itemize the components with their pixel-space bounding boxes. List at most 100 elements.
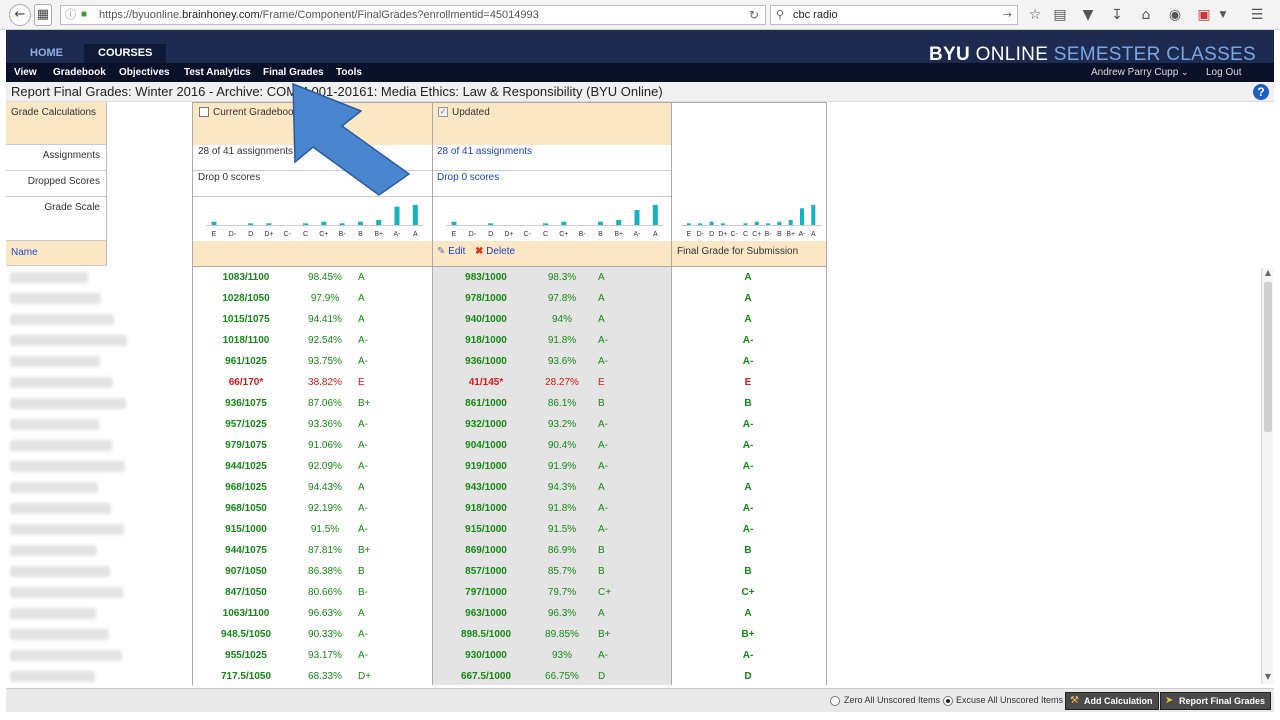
bookmark-star-icon[interactable]: ☆ xyxy=(1026,6,1044,24)
current-points: 968/1050 xyxy=(225,503,267,514)
updated-points: 918/1000 xyxy=(465,335,507,346)
student-name-redacted[interactable] xyxy=(10,377,113,388)
updated-percent: 93% xyxy=(551,650,572,661)
pocket-icon[interactable]: ▼ xyxy=(1079,6,1097,24)
current-percent: 94.43% xyxy=(308,482,342,493)
student-name-redacted[interactable] xyxy=(10,587,123,598)
back-icon[interactable]: ← xyxy=(9,4,31,26)
updated-percent: 94.3% xyxy=(547,482,577,493)
student-name-redacted[interactable] xyxy=(10,335,127,346)
table-row: 957/1025 93.36% A- 932/1000 93.2% A- A- xyxy=(6,414,826,435)
student-name-redacted[interactable] xyxy=(10,398,126,409)
updated-dropped-link[interactable]: Drop 0 scores xyxy=(437,172,499,183)
grade-tick-label: B- xyxy=(579,231,587,238)
updated-checkbox[interactable]: ✓ xyxy=(438,107,448,117)
menu-final-grades[interactable]: Final Grades xyxy=(263,63,324,82)
grade-tick-label: C+ xyxy=(752,231,761,238)
reload-icon[interactable]: ↻ xyxy=(749,6,759,24)
scroll-down-icon[interactable]: ▼ xyxy=(1262,672,1274,684)
student-name-redacted[interactable] xyxy=(10,293,101,304)
delete-button[interactable]: ✖ Delete xyxy=(475,246,515,257)
student-name-redacted[interactable] xyxy=(10,440,112,451)
final-grade: A- xyxy=(742,524,754,535)
user-menu[interactable]: Andrew Parry Cupp ⌄ xyxy=(1091,63,1189,82)
zero-unscored-radio[interactable] xyxy=(830,696,840,706)
search-input[interactable]: ⚲ cbc radio → xyxy=(770,5,1018,25)
updated-points: 797/1000 xyxy=(465,587,507,598)
report-final-grades-button[interactable]: ➤ Report Final Grades xyxy=(1160,692,1272,710)
updated-percent: 91.8% xyxy=(547,335,577,346)
student-name-redacted[interactable] xyxy=(10,503,111,514)
url-bar[interactable]: ⓘ ■ https://byuonline.brainhoney.com/Fra… xyxy=(60,5,766,25)
student-name-redacted[interactable] xyxy=(10,545,97,556)
updated-grade: A- xyxy=(598,335,608,346)
student-name-redacted[interactable] xyxy=(10,650,122,661)
grade-tick-label: C+ xyxy=(319,231,328,238)
student-name-redacted[interactable] xyxy=(10,566,110,577)
grade-bar-B- xyxy=(339,223,345,225)
reading-list-icon[interactable]: ▤ xyxy=(1051,6,1069,24)
scroll-up-icon[interactable]: ▲ xyxy=(1262,268,1274,280)
menu-view[interactable]: View xyxy=(14,63,37,82)
grade-tick-label: B xyxy=(358,231,363,238)
current-action-header xyxy=(193,241,432,266)
footer-bar: Zero All Unscored Items Excuse All Unsco… xyxy=(6,688,1274,712)
hamburger-menu-icon[interactable]: ☰ xyxy=(1248,6,1266,24)
app-header: HOME COURSES BYU ONLINE SEMESTER CLASSES xyxy=(6,30,1274,65)
student-name-redacted[interactable] xyxy=(10,314,114,325)
student-name-redacted[interactable] xyxy=(10,629,109,640)
student-name-redacted[interactable] xyxy=(10,608,96,619)
tab-courses[interactable]: COURSES xyxy=(84,44,167,63)
updated-percent: 94% xyxy=(551,314,572,325)
student-name-redacted[interactable] xyxy=(10,356,100,367)
info-icon[interactable]: ⓘ xyxy=(65,6,76,24)
scrollbar[interactable]: ▲ ▼ xyxy=(1261,268,1273,684)
scroll-thumb[interactable] xyxy=(1264,282,1272,432)
menu-gradebook[interactable]: Gradebook xyxy=(53,63,106,82)
updated-percent: 93.6% xyxy=(547,356,577,367)
student-name-redacted[interactable] xyxy=(10,482,98,493)
current-percent: 86.38% xyxy=(308,566,342,577)
chat-icon[interactable]: ◉ xyxy=(1166,6,1184,24)
grade-tick-label: D+ xyxy=(264,231,273,238)
menu-test-analytics[interactable]: Test Analytics xyxy=(184,63,251,82)
home-icon[interactable]: ⌂ xyxy=(1137,6,1155,24)
chevron-down-icon: ⌄ xyxy=(1181,68,1189,78)
grade-tick-label: D- xyxy=(229,231,237,238)
current-points: 847/1050 xyxy=(225,587,267,598)
student-name-redacted[interactable] xyxy=(10,272,88,283)
addon-dropdown-icon[interactable]: ▼ xyxy=(1214,6,1232,24)
student-name-redacted[interactable] xyxy=(10,671,95,682)
add-calculation-button[interactable]: ⚒ Add Calculation xyxy=(1065,692,1159,710)
grade-bar-B+ xyxy=(376,220,382,225)
current-grade: A xyxy=(358,608,365,619)
grade-tick-label: D xyxy=(488,231,493,238)
student-name-redacted[interactable] xyxy=(10,461,125,472)
edit-button[interactable]: ✎ Edit xyxy=(437,246,465,257)
tab-home[interactable]: HOME xyxy=(16,44,77,63)
student-name-redacted[interactable] xyxy=(10,419,99,430)
final-grades-table: Grade Calculations Assignments Dropped S… xyxy=(6,102,1274,685)
search-go-icon[interactable]: → xyxy=(1003,6,1012,24)
updated-grade: A- xyxy=(598,440,608,451)
menu-objectives[interactable]: Objectives xyxy=(119,63,170,82)
help-icon[interactable]: ? xyxy=(1253,84,1269,100)
student-name-redacted[interactable] xyxy=(10,524,124,535)
current-grade: A xyxy=(358,314,365,325)
menu-tools[interactable]: Tools xyxy=(336,63,362,82)
current-gradebook-checkbox[interactable] xyxy=(199,107,209,117)
grade-tick-label: D- xyxy=(697,231,705,238)
logout-link[interactable]: Log Out xyxy=(1206,63,1242,82)
name-column-header[interactable]: Name xyxy=(6,241,106,266)
excuse-unscored-radio[interactable] xyxy=(943,696,953,706)
current-percent: 96.63% xyxy=(308,608,342,619)
grade-bar-C+ xyxy=(561,221,567,225)
updated-points: 978/1000 xyxy=(465,293,507,304)
updated-points: 918/1000 xyxy=(465,503,507,514)
updated-assignments-link[interactable]: 28 of 41 assignments xyxy=(437,146,532,157)
current-percent: 94.41% xyxy=(308,314,342,325)
history-icon[interactable]: ▦ xyxy=(34,4,52,26)
download-icon[interactable]: ↧ xyxy=(1108,6,1126,24)
addon-icon[interactable]: ▣ xyxy=(1195,6,1213,24)
updated-percent: 66.75% xyxy=(545,671,579,682)
